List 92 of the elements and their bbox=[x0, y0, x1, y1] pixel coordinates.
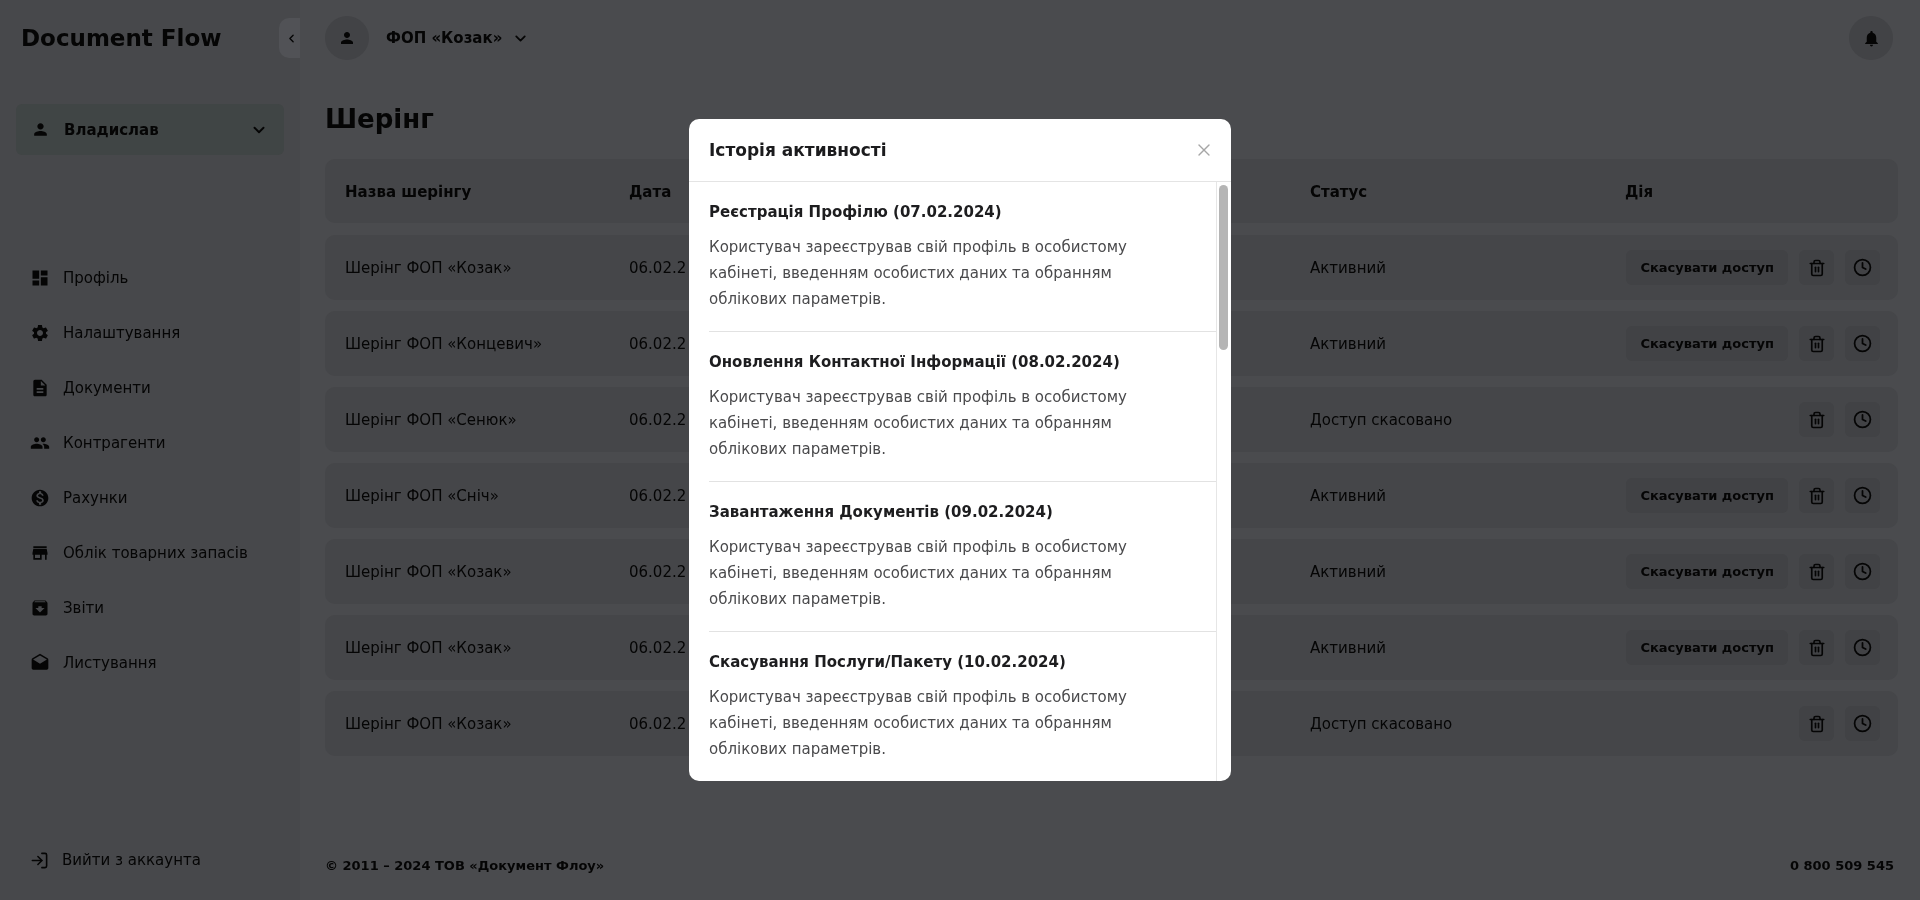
trash-icon bbox=[1807, 486, 1826, 505]
entry-title: Реєстрація Профілю (07.02.2024) bbox=[709, 202, 1003, 222]
nav-item[interactable]: Контрагенти bbox=[0, 415, 300, 470]
clock-icon bbox=[1853, 334, 1872, 353]
scrollbar-thumb[interactable] bbox=[1219, 185, 1228, 350]
person-icon bbox=[31, 120, 50, 139]
entry-description: Користувач зареєстрував свій профіль в особистому кабінеті, введенням особистих даних та обранням облікових параметрів. bbox=[709, 687, 1128, 760]
page-title: Шерінг bbox=[325, 104, 434, 134]
clock-icon bbox=[1853, 562, 1872, 581]
trash-icon bbox=[1807, 638, 1826, 657]
nav-item[interactable]: Листування bbox=[0, 635, 300, 690]
revoke-access-button[interactable]: Скасувати доступ bbox=[1626, 250, 1788, 285]
history-button[interactable] bbox=[1845, 402, 1880, 437]
column-header: Дія bbox=[1625, 182, 1654, 201]
entry-description: Користувач зареєстрував свій профіль в особистому кабінеті, введенням особистих даних та обранням облікових параметрів. bbox=[709, 387, 1128, 460]
table-cell: Шерінг ФОП «Сенюк» bbox=[345, 411, 517, 429]
entry-description: Користувач зареєстрував свій профіль в особистому кабінеті, введенням особистих даних та обранням облікових параметрів. bbox=[709, 537, 1128, 610]
column-header: Статус bbox=[1310, 182, 1368, 201]
clock-icon bbox=[1853, 714, 1872, 733]
table-cell: Доступ скасовано bbox=[1310, 411, 1453, 429]
column-header: Назва шерінгу bbox=[345, 182, 472, 201]
open-envelope-icon bbox=[30, 652, 50, 673]
revoke-access-button[interactable]: Скасувати доступ bbox=[1626, 630, 1788, 665]
nav-item[interactable]: Документи bbox=[0, 360, 300, 415]
collapse-sidebar-button[interactable] bbox=[279, 18, 300, 58]
entry-title: Завантаження Документів (09.02.2024) bbox=[709, 502, 1054, 522]
trash-icon bbox=[1807, 334, 1826, 353]
revoke-access-button[interactable]: Скасувати доступ bbox=[1626, 554, 1788, 589]
history-button[interactable] bbox=[1845, 630, 1880, 665]
table-cell: 06.02.2 bbox=[629, 563, 687, 581]
clock-icon bbox=[1853, 258, 1872, 277]
history-button[interactable] bbox=[1845, 706, 1880, 741]
table-cell: Активний bbox=[1310, 487, 1386, 505]
revoke-access-button[interactable]: Скасувати доступ bbox=[1626, 326, 1788, 361]
history-button[interactable] bbox=[1845, 326, 1880, 361]
nav-item[interactable]: Профіль bbox=[0, 250, 300, 305]
logout-link[interactable]: Вийти з аккаунта bbox=[0, 840, 201, 880]
table-cell: 06.02.2 bbox=[629, 487, 687, 505]
delete-button[interactable] bbox=[1799, 554, 1834, 589]
modal-title: Історія активності bbox=[709, 140, 887, 160]
table-cell: Шерінг ФОП «Козак» bbox=[345, 639, 512, 657]
company-switcher[interactable]: ФОП «Козак» bbox=[325, 16, 530, 60]
revoke-access-button[interactable]: Скасувати доступ bbox=[1626, 478, 1788, 513]
notifications-button[interactable] bbox=[1849, 16, 1893, 60]
table-cell: Шерінг ФОП «Козак» bbox=[345, 259, 512, 277]
table-cell: 06.02.2 bbox=[629, 715, 687, 733]
trash-icon bbox=[1807, 410, 1826, 429]
user-menu[interactable]: Владислав bbox=[16, 104, 284, 155]
gear-icon bbox=[30, 322, 50, 343]
column-header: Дата bbox=[629, 182, 672, 201]
table-cell: Активний bbox=[1310, 335, 1386, 353]
delete-button[interactable] bbox=[1799, 402, 1834, 437]
trash-icon bbox=[1807, 714, 1826, 733]
document-icon bbox=[30, 377, 50, 398]
clock-icon bbox=[1853, 638, 1872, 657]
delete-button[interactable] bbox=[1799, 478, 1834, 513]
entry-title: Скасування Послуги/Пакету (10.02.2024) bbox=[709, 652, 1067, 672]
history-button[interactable] bbox=[1845, 250, 1880, 285]
trash-icon bbox=[1807, 562, 1826, 581]
trash-icon bbox=[1807, 258, 1826, 277]
app-logo: Document Flow bbox=[21, 25, 222, 51]
clock-icon bbox=[1853, 486, 1872, 505]
logout-icon bbox=[30, 850, 49, 870]
avatar-icon bbox=[325, 16, 369, 60]
dollar-coin-icon bbox=[30, 487, 50, 508]
entry-description: Користувач зареєстрував свій профіль в особистому кабінеті, введенням особистих даних та обранням облікових параметрів. bbox=[709, 237, 1128, 310]
delete-button[interactable] bbox=[1799, 706, 1834, 741]
history-button[interactable] bbox=[1845, 554, 1880, 589]
phone-number: 0 800 509 545 bbox=[1789, 857, 1894, 875]
delete-button[interactable] bbox=[1799, 630, 1834, 665]
table-cell: 06.02.2 bbox=[629, 639, 687, 657]
table-cell: Активний bbox=[1310, 639, 1386, 657]
nav-item[interactable]: Налаштування bbox=[0, 305, 300, 360]
table-cell: Активний bbox=[1310, 563, 1386, 581]
nav-item[interactable]: Рахунки bbox=[0, 470, 300, 525]
table-cell: 06.02.2 bbox=[629, 335, 687, 353]
table-cell: 06.02.2 bbox=[629, 411, 687, 429]
table-cell: Шерінг ФОП «Сніч» bbox=[345, 487, 499, 505]
copyright-text: © 2011 – 2024 ТОВ «Документ Флоу» bbox=[325, 857, 605, 875]
table-cell: Шерінг ФОП «Козак» bbox=[345, 715, 512, 733]
nav-item[interactable]: Облік товарних запасів bbox=[0, 525, 300, 580]
table-cell: Шерінг ФОП «Козак» bbox=[345, 563, 512, 581]
history-button[interactable] bbox=[1845, 478, 1880, 513]
table-cell: 06.02.2 bbox=[629, 259, 687, 277]
clock-icon bbox=[1853, 410, 1872, 429]
table-cell: Шерінг ФОП «Концевич» bbox=[345, 335, 543, 353]
table-cell: Активний bbox=[1310, 259, 1386, 277]
nav-item[interactable]: Звіти bbox=[0, 580, 300, 635]
delete-button[interactable] bbox=[1799, 250, 1834, 285]
table-cell: Доступ скасовано bbox=[1310, 715, 1453, 733]
entry-title: Оновлення Контактної Інформації (08.02.2024) bbox=[709, 352, 1121, 372]
delete-button[interactable] bbox=[1799, 326, 1834, 361]
